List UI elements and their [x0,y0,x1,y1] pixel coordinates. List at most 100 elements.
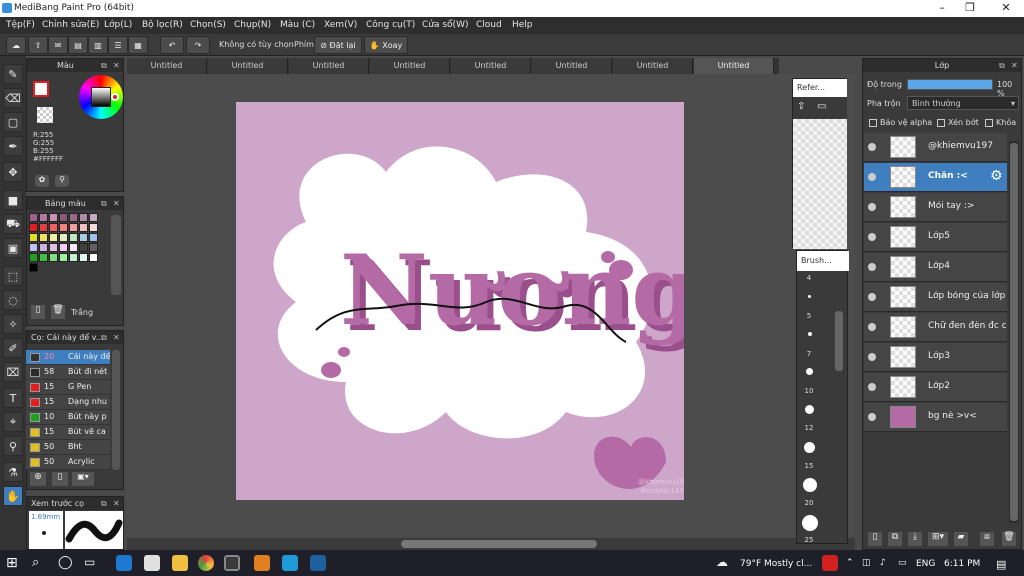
float-icon[interactable]: ⧉ [101,497,107,510]
palette-swatch[interactable] [29,213,38,222]
hand-tool-icon[interactable]: ✋ [3,486,23,506]
layer-row[interactable]: Lớp3 [864,343,1007,372]
page-icon[interactable]: ▥ [88,36,108,54]
grid-icon[interactable]: ▦ [128,36,148,54]
brush-item[interactable]: 15 Bút vẽ ca [26,425,110,440]
palette-swatch[interactable] [69,243,78,252]
eye-icon[interactable] [868,353,876,361]
shape-tool-icon[interactable]: ▢ [3,112,23,132]
palette-swatch[interactable] [39,223,48,232]
panel-close-icon[interactable]: ✕ [113,497,120,510]
gradient-tool-icon[interactable]: ▣ [3,238,23,258]
redo-icon[interactable]: ↷ [186,36,210,54]
menu-help[interactable]: Help [512,20,533,30]
menu-view[interactable]: Xem(V) [324,20,357,30]
protect-alpha-checkbox[interactable] [869,119,877,127]
palette-swatch[interactable] [39,253,48,262]
drawing-canvas[interactable]: Nương Nương @khiemvu197 #tododo147 [236,102,684,500]
minimize-icon[interactable]: – [928,1,956,15]
size-option[interactable] [808,295,811,298]
brush-item[interactable]: 50 Acrylic [26,455,110,470]
bucket-tool-icon[interactable]: ⛟ [3,214,23,234]
brush-item[interactable]: 10 Bút này p [26,410,110,425]
palette-swatch[interactable] [59,253,68,262]
tab-document[interactable]: Untitled [289,58,369,74]
palette-swatch[interactable] [49,243,58,252]
pen-tool-icon[interactable]: ✒ [3,136,23,156]
dropper-tool-icon[interactable]: ⚲ [3,436,23,456]
brush-item[interactable]: 15 G Pen [26,380,110,395]
tab-document[interactable]: Untitled [370,58,450,74]
panel-icon[interactable]: ▤ [68,36,88,54]
move-tool-icon[interactable]: ✥ [3,162,23,182]
brush-settings-icon[interactable]: ▯ [52,472,68,486]
menu-capture[interactable]: Chụp(N) [234,20,271,30]
brush-size-scrollbar[interactable] [835,311,843,371]
tray-chevron-icon[interactable]: ⌃ [846,558,854,568]
windows-start-icon[interactable]: ⊞ [6,555,22,571]
eraser-tool-icon[interactable]: ⌫ [3,88,23,108]
color-square[interactable] [91,87,111,107]
eye-icon[interactable] [868,263,876,271]
layer-row[interactable]: Lớp5 [864,223,1007,252]
horizontal-scrollbar[interactable] [127,538,855,550]
layer-row[interactable]: @khiemvu197 [864,133,1007,162]
new-layer-icon[interactable]: ▯ [868,532,882,546]
panel-close-icon[interactable]: ✕ [113,197,120,210]
store-icon[interactable] [144,555,160,571]
layer-row[interactable]: Lớp4 [864,253,1007,282]
palette-swatch[interactable] [49,213,58,222]
layer-row-selected[interactable]: Chân :< ⚙ [864,163,1007,192]
palette-icon[interactable]: ✿ [35,175,49,187]
text-tool-icon[interactable]: T [3,388,23,408]
layer-row[interactable]: Mỏi tay :> [864,193,1007,222]
size-option[interactable] [802,515,818,531]
cortana-icon[interactable]: ◯ [58,555,74,571]
panel-close-icon[interactable]: ✕ [113,331,120,344]
palette-swatch[interactable] [49,253,58,262]
float-icon[interactable]: ⧉ [101,331,107,344]
reference-upload-icon[interactable]: ⇪ [797,101,813,115]
lasso-tool-icon[interactable]: ◌ [3,290,23,310]
menu-cloud[interactable]: Cloud [476,20,502,30]
horizontal-scroll-thumb[interactable] [401,540,597,548]
eye-icon[interactable] [868,293,876,301]
menu-color[interactable]: Màu (C) [280,20,315,30]
merge-layer-icon[interactable]: ⤓ [908,532,922,546]
palette-swatch[interactable] [39,243,48,252]
brush-scrollbar[interactable] [112,350,120,470]
picker-icon[interactable]: ⚲ [55,175,69,187]
eye-icon[interactable] [868,413,876,421]
float-icon[interactable]: ⧉ [101,59,107,72]
comment-icon[interactable]: ✉ [48,36,68,54]
palette-swatch[interactable] [89,213,98,222]
brush-item[interactable]: 50 Bht [26,440,110,455]
close-icon[interactable]: ✕ [992,1,1020,15]
palette-swatch[interactable] [79,243,88,252]
palette-swatch[interactable] [89,243,98,252]
brush-tool-icon[interactable]: ✎ [3,64,23,84]
select-eraser-tool-icon[interactable]: ⌧ [3,362,23,382]
gear-icon[interactable]: ⚙ [990,168,1003,184]
menu-layer[interactable]: Lớp(L) [104,20,132,30]
tab-document[interactable]: Untitled [208,58,288,74]
select-tool-icon[interactable]: ⬚ [3,266,23,286]
palette-swatch[interactable] [69,213,78,222]
edge-icon[interactable] [116,555,132,571]
menu-filter[interactable]: Bộ lọc(R) [142,20,183,30]
undo-icon[interactable]: ↶ [160,36,184,54]
cloud-icon[interactable]: ☁ [6,36,26,54]
search-icon[interactable]: ⌕ [32,555,48,571]
palette-swatch[interactable] [29,263,38,272]
operation-tool-icon[interactable]: ⌖ [3,412,23,432]
photos-icon[interactable] [310,555,326,571]
tab-document[interactable]: Untitled [532,58,612,74]
brush-item[interactable]: 15 Dạng nhu [26,395,110,410]
float-icon[interactable]: ⧉ [101,197,107,210]
layer-row[interactable]: bg nè >v< [864,403,1007,432]
maximize-icon[interactable]: ❐ [956,1,984,15]
palette-swatch[interactable] [79,253,88,262]
eye-icon[interactable] [868,203,876,211]
tab-document[interactable]: Untitled [127,58,207,74]
rect-fill-tool-icon[interactable]: ■ [3,190,23,210]
